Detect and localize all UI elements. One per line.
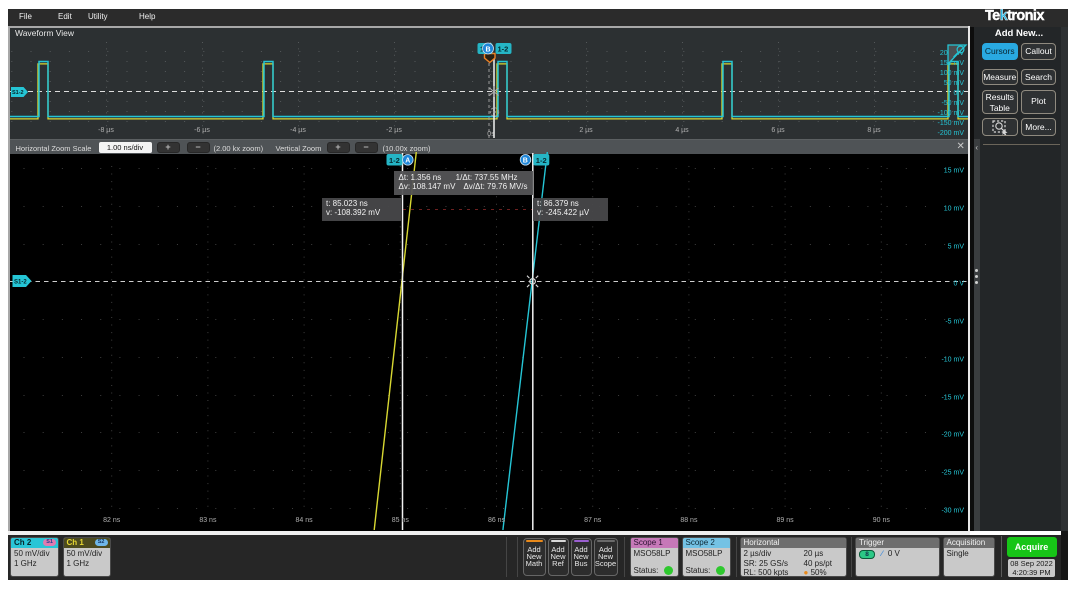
svg-text:84 ns: 84 ns	[295, 517, 313, 524]
svg-text:90 ns: 90 ns	[872, 517, 890, 524]
svg-text:-15 mV: -15 mV	[941, 395, 964, 402]
svg-text:4 µs: 4 µs	[675, 127, 689, 134]
svg-text:150 mV: 150 mV	[939, 60, 963, 67]
svg-text:1-2: 1-2	[535, 156, 546, 165]
svg-text:A: A	[405, 158, 410, 165]
svg-text:-30 mV: -30 mV	[941, 508, 964, 515]
svg-text:-8 µs: -8 µs	[98, 127, 114, 134]
svg-text:-4 µs: -4 µs	[290, 127, 306, 134]
svg-text:-150 mV: -150 mV	[937, 120, 964, 127]
svg-text:-2 µs: -2 µs	[386, 127, 402, 134]
svg-text:100 mV: 100 mV	[939, 70, 963, 77]
svg-text:B: B	[522, 158, 527, 165]
svg-text:83 ns: 83 ns	[199, 517, 217, 524]
svg-text:86 ns: 86 ns	[487, 517, 505, 524]
svg-text:-100 mV: -100 mV	[937, 110, 964, 117]
svg-text:S1-2: S1-2	[12, 90, 24, 96]
svg-text:1-2: 1-2	[389, 156, 400, 165]
svg-text:88 ns: 88 ns	[680, 517, 698, 524]
svg-text:0 V: 0 V	[953, 281, 964, 288]
svg-text:8 µs: 8 µs	[867, 127, 881, 134]
svg-text:1-2: 1-2	[497, 44, 508, 53]
svg-text:50 mV: 50 mV	[943, 80, 964, 87]
svg-text:-5 mV: -5 mV	[945, 319, 964, 326]
svg-text:82 ns: 82 ns	[103, 517, 121, 524]
svg-text:S1-2: S1-2	[14, 280, 27, 286]
svg-text:5 mV: 5 mV	[947, 244, 964, 251]
svg-text:15 mV: 15 mV	[943, 168, 964, 175]
svg-text:-200 mV: -200 mV	[937, 130, 964, 137]
svg-text:2 µs: 2 µs	[579, 127, 593, 134]
svg-text:-50 mV: -50 mV	[941, 100, 964, 107]
svg-text:-25 mV: -25 mV	[941, 470, 964, 477]
svg-text:89 ns: 89 ns	[776, 517, 794, 524]
svg-text:87 ns: 87 ns	[584, 517, 602, 524]
svg-text:10 mV: 10 mV	[943, 206, 964, 213]
svg-text:-6 µs: -6 µs	[194, 127, 210, 134]
svg-text:6 µs: 6 µs	[771, 127, 785, 134]
svg-text:-10 mV: -10 mV	[941, 357, 964, 364]
svg-text:-20 mV: -20 mV	[941, 432, 964, 439]
svg-text:B: B	[485, 46, 490, 53]
svg-text:85 ns: 85 ns	[391, 517, 409, 524]
svg-text:0 V: 0 V	[953, 90, 964, 97]
